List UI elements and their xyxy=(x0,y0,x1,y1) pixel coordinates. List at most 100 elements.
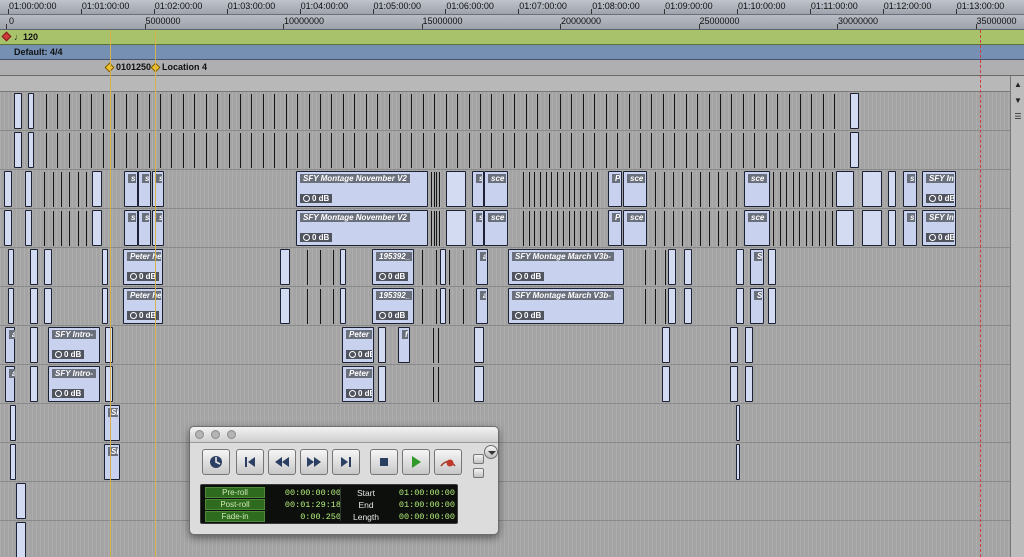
audio-clip[interactable]: SFY Montage November V2 0 dB xyxy=(296,171,428,207)
go-to-end-button[interactable] xyxy=(332,449,360,475)
audio-clip[interactable]: a xyxy=(476,288,488,324)
audio-clip[interactable] xyxy=(28,93,34,129)
clip-gain-readout[interactable]: 0 dB xyxy=(346,350,372,359)
return-to-zero-button[interactable] xyxy=(236,449,264,475)
audio-track[interactable]: sssSFY Montage November V20 dBsscePscesc… xyxy=(0,209,1010,248)
audio-clip[interactable]: P xyxy=(608,210,622,246)
audio-clip[interactable] xyxy=(340,288,346,324)
audio-clip[interactable] xyxy=(668,249,676,285)
audio-clip[interactable] xyxy=(16,483,26,519)
meter-ruler[interactable]: Default: 4/4 xyxy=(0,45,1024,60)
audio-clip[interactable] xyxy=(92,171,102,207)
audio-clip[interactable] xyxy=(684,288,692,324)
audio-clip[interactable] xyxy=(378,327,386,363)
audio-clip[interactable]: SFY In 0 dB xyxy=(922,171,956,207)
clip-gain-readout[interactable]: 0 dB xyxy=(346,389,372,398)
vertical-scrollbar[interactable]: ▲ ▼ ☰ xyxy=(1010,76,1024,557)
audio-clip[interactable] xyxy=(474,366,484,402)
audio-clip[interactable]: Peter 0 dB xyxy=(342,327,374,363)
start-value[interactable]: 01:00:00:00 xyxy=(389,488,455,498)
marker-ruler[interactable]: 0101250 Location 4 xyxy=(0,60,1024,76)
audio-clip[interactable] xyxy=(4,171,12,207)
clip-gain-readout[interactable]: 0 dB xyxy=(926,194,954,203)
audio-track[interactable] xyxy=(0,131,1010,170)
audio-clip[interactable] xyxy=(92,210,102,246)
audio-clip[interactable] xyxy=(745,327,753,363)
transport-window[interactable]: Pre-roll 00:00:00:00 Post-roll 00:01:29:… xyxy=(189,426,499,535)
audio-clip[interactable] xyxy=(14,132,22,168)
clip-gain-readout[interactable]: 0 dB xyxy=(512,272,545,281)
clip-gain-readout[interactable]: 0 dB xyxy=(52,389,85,398)
audio-clip[interactable]: SFY Montage November V2 0 dB xyxy=(296,210,428,246)
audio-clip[interactable]: S xyxy=(750,288,764,324)
zoom-in-icon[interactable]: ▲ xyxy=(1013,80,1023,90)
audio-clip[interactable]: Peter he 0 dB xyxy=(123,288,163,324)
fast-forward-button[interactable] xyxy=(300,449,328,475)
audio-clip[interactable] xyxy=(30,327,38,363)
clip-gain-readout[interactable]: 0 dB xyxy=(376,311,409,320)
audio-clip[interactable] xyxy=(736,444,740,480)
audio-clip[interactable]: s xyxy=(472,210,484,246)
audio-clip[interactable]: s xyxy=(152,171,164,207)
postroll-button[interactable]: Post-roll xyxy=(205,499,265,510)
audio-clip[interactable] xyxy=(102,288,108,324)
audio-clip[interactable] xyxy=(44,288,52,324)
audio-clip[interactable]: s xyxy=(124,171,138,207)
audio-clip[interactable] xyxy=(105,366,113,402)
transport-expand-button[interactable] xyxy=(473,454,484,464)
audio-clip[interactable] xyxy=(836,210,854,246)
tempo-ruler[interactable]: ♩120 xyxy=(0,30,1024,45)
audio-clip[interactable]: s xyxy=(138,171,151,207)
fadein-value[interactable]: 0:00.250 xyxy=(269,512,341,522)
audio-track[interactable]: Peter he0 dB 195392_ 0 dB a SFY Montage Marc… xyxy=(0,287,1010,326)
audio-clip[interactable] xyxy=(736,249,744,285)
audio-clip[interactable]: P xyxy=(608,171,622,207)
audio-clip[interactable]: SFY In 0 dB xyxy=(922,210,956,246)
timecode-ruler[interactable]: 01:00:00:00 01:01:00:00 01:02:00:00 01:03:0… xyxy=(0,0,1024,15)
audio-clip[interactable] xyxy=(888,210,896,246)
audio-track[interactable]: a SFY Intro- 0 dB Peter 0 dB xyxy=(0,365,1010,404)
audio-clip[interactable]: a xyxy=(476,249,488,285)
audio-clip[interactable]: SF xyxy=(104,444,120,480)
audio-clip[interactable] xyxy=(30,288,38,324)
record-button[interactable] xyxy=(434,449,462,475)
transport-titlebar[interactable] xyxy=(190,427,498,443)
preroll-button[interactable]: Pre-roll xyxy=(205,487,265,498)
audio-clip[interactable]: sce xyxy=(484,210,508,246)
audio-clip[interactable] xyxy=(10,444,16,480)
audio-clip[interactable] xyxy=(668,288,676,324)
close-window-button[interactable] xyxy=(195,430,204,439)
audio-clip[interactable] xyxy=(280,249,290,285)
tempo-marker-icon[interactable] xyxy=(1,31,12,42)
track-area[interactable]: sssSFY Montage November V20 dBsscePscesc… xyxy=(0,92,1010,557)
postroll-value[interactable]: 00:01:29:18 xyxy=(269,500,341,510)
audio-clip[interactable]: sce xyxy=(744,210,770,246)
audio-clip[interactable] xyxy=(280,288,290,324)
end-value[interactable]: 01:00:00:00 xyxy=(389,500,455,510)
audio-clip[interactable]: S xyxy=(750,249,764,285)
audio-clip[interactable] xyxy=(446,210,466,246)
audio-clip[interactable] xyxy=(25,171,32,207)
audio-clip[interactable] xyxy=(850,132,859,168)
audio-track[interactable]: Peter he0 dB 195392_ 0 dB a SFY Montage Marc… xyxy=(0,248,1010,287)
audio-clip[interactable] xyxy=(736,288,744,324)
marker-label-2[interactable]: Location 4 xyxy=(162,62,207,72)
zoom-window-button[interactable] xyxy=(227,430,236,439)
fadein-button[interactable]: Fade-in xyxy=(205,511,265,522)
audio-clip[interactable] xyxy=(768,249,776,285)
length-value[interactable]: 00:00:00:00 xyxy=(389,512,455,522)
audio-clip[interactable] xyxy=(8,288,14,324)
audio-clip[interactable] xyxy=(105,327,113,363)
audio-clip[interactable] xyxy=(14,93,22,129)
audio-clip[interactable] xyxy=(730,327,738,363)
audio-clip[interactable]: s xyxy=(472,171,484,207)
audio-clip[interactable]: Peter he 0 dB xyxy=(123,249,163,285)
audio-clip[interactable] xyxy=(768,288,776,324)
audio-clip[interactable] xyxy=(16,522,26,557)
audio-clip[interactable]: sce xyxy=(744,171,770,207)
stop-button[interactable] xyxy=(370,449,398,475)
audio-clip[interactable] xyxy=(446,171,466,207)
audio-clip[interactable] xyxy=(10,405,16,441)
audio-clip[interactable]: s xyxy=(138,210,151,246)
audio-clip[interactable] xyxy=(745,366,753,402)
